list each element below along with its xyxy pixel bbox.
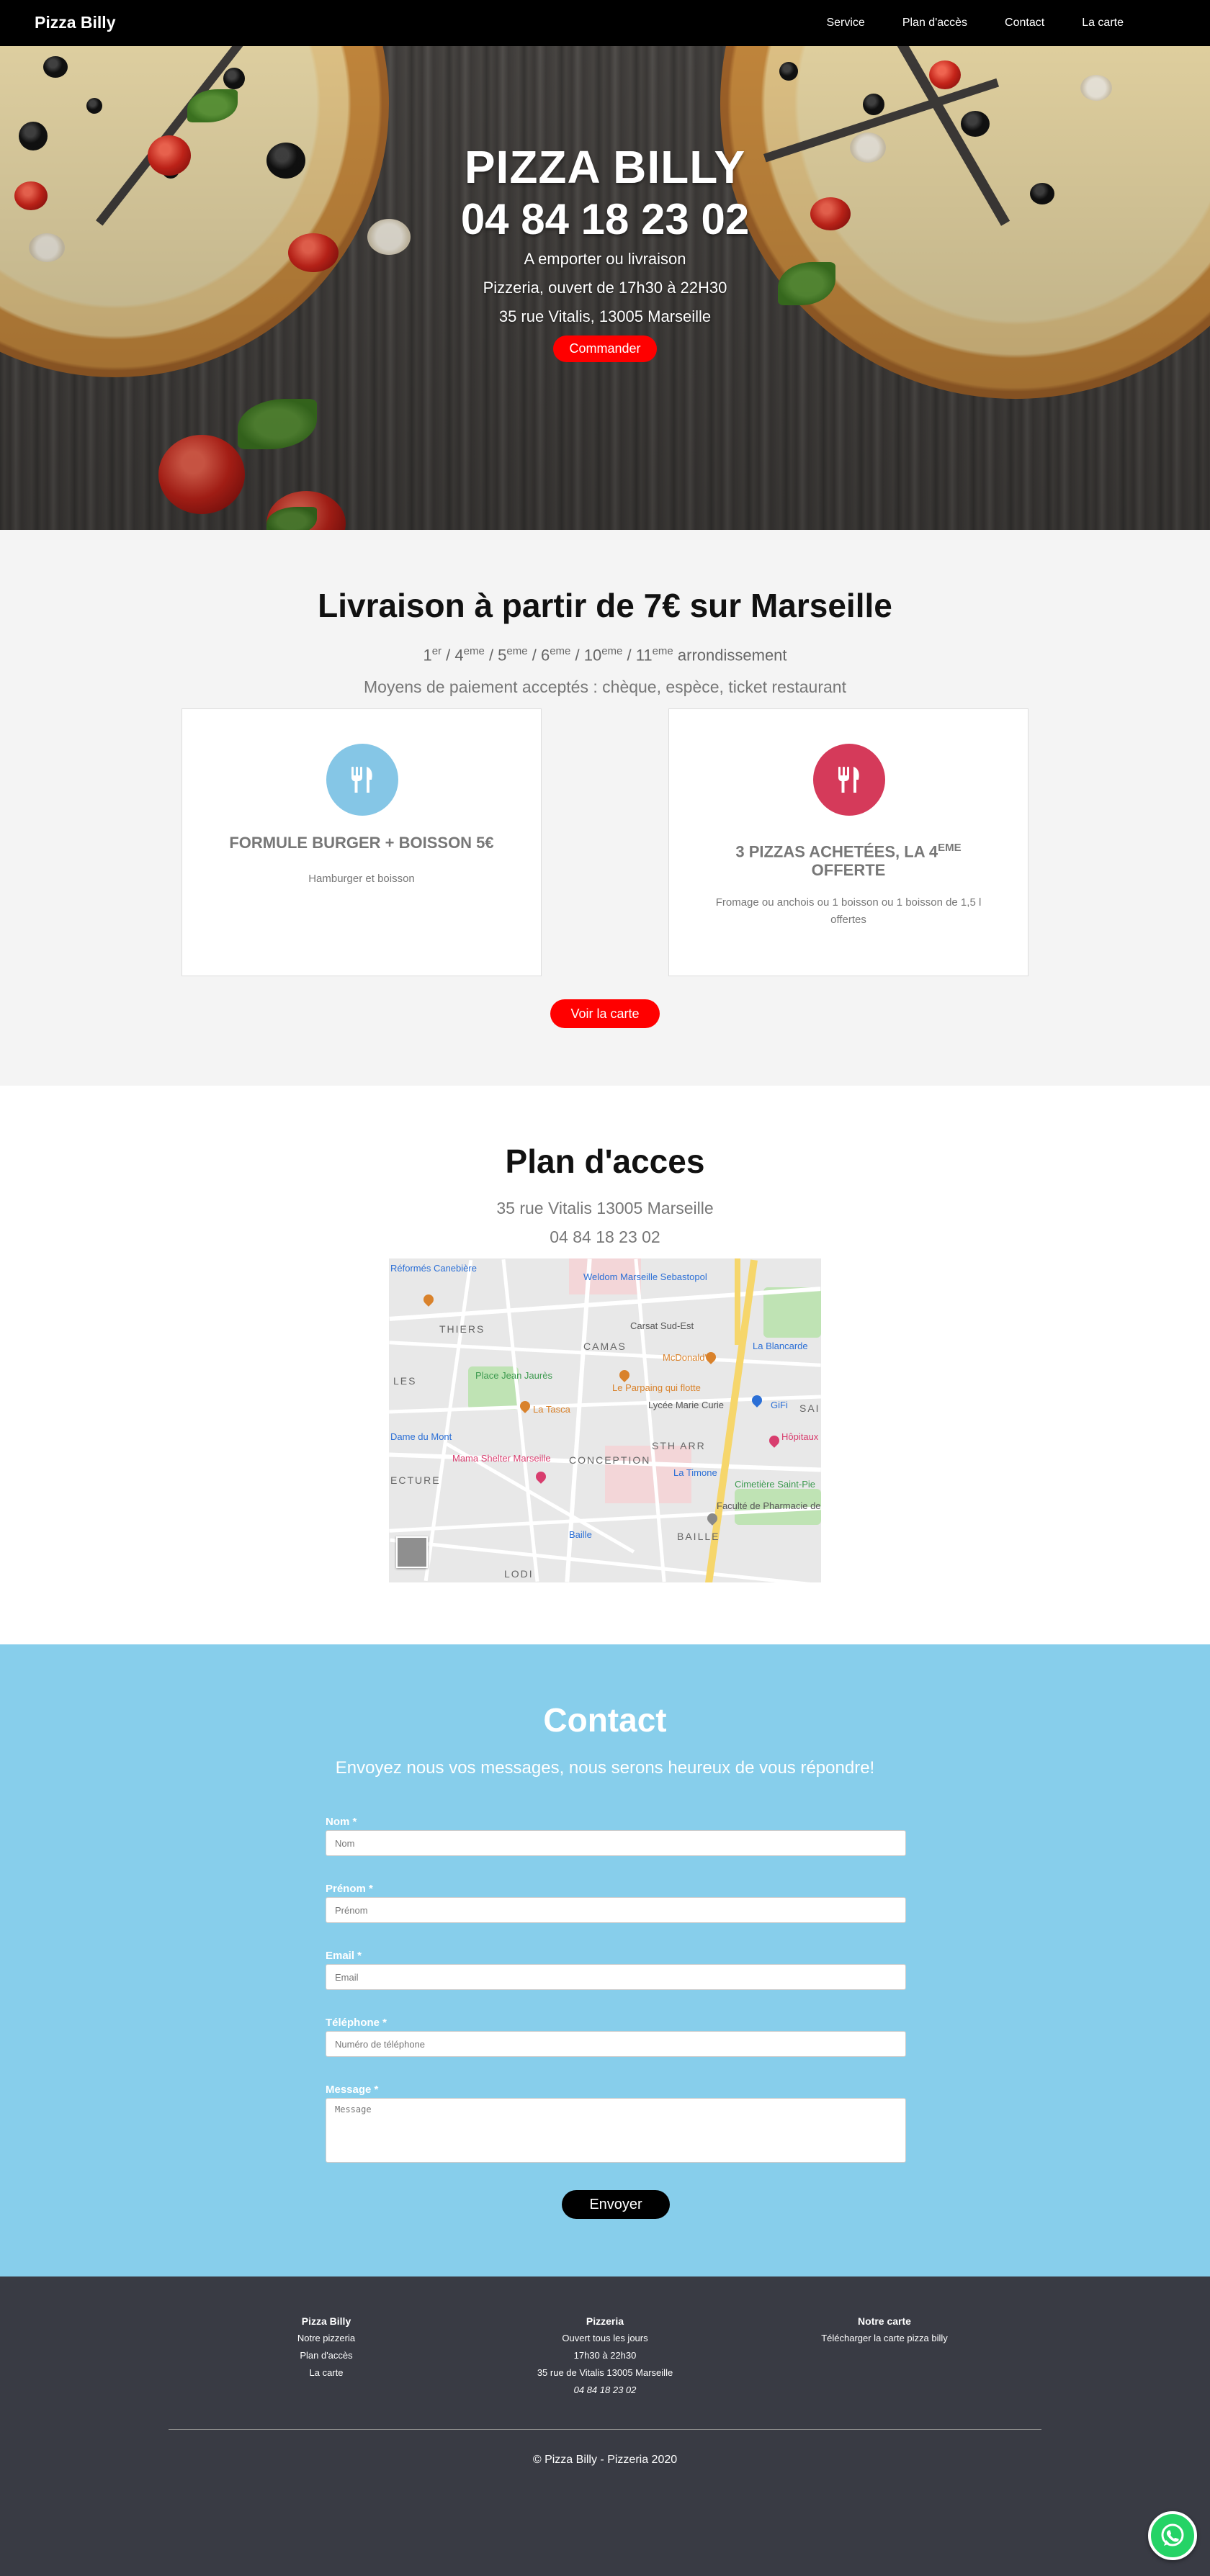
brand-link[interactable]: Pizza Billy <box>35 13 115 32</box>
navbar: Pizza Billy Service Plan d'accès Contact… <box>0 0 1210 46</box>
message-field[interactable] <box>326 2098 906 2163</box>
offer-description: Hamburger et boisson <box>308 873 415 885</box>
footer-hours: 17h30 à 22h30 <box>573 2350 637 2361</box>
plan-title: Plan d'acces <box>505 1143 705 1180</box>
telephone-label: Téléphone * <box>326 2017 387 2029</box>
map-layer-toggle[interactable] <box>396 1536 428 1568</box>
commander-button[interactable]: Commander <box>553 335 657 362</box>
nav-link-contact[interactable]: Contact <box>1005 17 1044 30</box>
hero-line-service: A emporter ou livraison <box>524 250 686 268</box>
footer-link-plan[interactable]: Plan d'accès <box>254 2347 398 2364</box>
offer-title: FORMULE BURGER + BOISSON 5€ <box>229 834 494 852</box>
offer-description: Fromage ou anchois ou 1 boisson ou 1 boi… <box>715 896 982 926</box>
copyright: © Pizza Billy - Pizzeria 2020 <box>532 2454 678 2466</box>
hero-section: PIZZA BILLY 04 84 18 23 02 A emporter ou… <box>0 46 1210 530</box>
arrondissements-line: 1er / 4eme / 5eme / 6eme / 10eme / 11eme… <box>423 645 787 665</box>
offer-card-burger: FORMULE BURGER + BOISSON 5€ Hamburger et… <box>182 708 542 976</box>
hero-title: PIZZA BILLY <box>464 141 746 193</box>
nom-field[interactable] <box>326 1830 906 1856</box>
plan-phone: 04 84 18 23 02 <box>550 1228 660 1246</box>
map-pin-icon[interactable] <box>767 1433 781 1448</box>
hero-line-address: 35 rue Vitalis, 13005 Marseille <box>498 307 712 325</box>
map-pin-icon[interactable] <box>534 1469 548 1484</box>
footer-col-pizzeria: Pizzeria Ouvert tous les jours 17h30 à 2… <box>497 2312 713 2399</box>
plan-address: 35 rue Vitalis 13005 Marseille <box>496 1199 714 1217</box>
footer-phone: 04 84 18 23 02 <box>573 2384 637 2395</box>
contact-section: Contact Envoyez nous vos messages, nous … <box>0 1644 1210 2276</box>
footer-col-pizza-billy: Pizza Billy Notre pizzeria Plan d'accès … <box>254 2312 398 2382</box>
google-map[interactable]: Réformés Canebière Weldom Marseille Seba… <box>389 1258 821 1582</box>
message-label: Message * <box>326 2084 379 2096</box>
footer-link-pizzeria[interactable]: Notre pizzeria <box>254 2330 398 2347</box>
nom-label: Nom * <box>326 1816 357 1828</box>
footer-col-title: Pizzeria <box>586 2315 624 2327</box>
hero-phone: 04 84 18 23 02 <box>460 195 750 243</box>
cutlery-icon <box>813 744 885 816</box>
map-pin-icon[interactable] <box>750 1393 764 1408</box>
hero-content: PIZZA BILLY 04 84 18 23 02 A emporter ou… <box>0 140 1210 362</box>
footer-divider <box>169 2429 1041 2430</box>
footer-hours-label: Ouvert tous les jours <box>562 2333 648 2343</box>
email-field[interactable] <box>326 1964 906 1990</box>
prenom-label: Prénom * <box>326 1883 373 1895</box>
delivery-title: Livraison à partir de 7€ sur Marseille <box>318 587 892 624</box>
footer: Pizza Billy Notre pizzeria Plan d'accès … <box>0 2276 1210 2576</box>
cutlery-icon <box>326 744 398 816</box>
hero-line-hours: Pizzeria, ouvert de 17h30 à 22H30 <box>483 279 727 297</box>
footer-link-carte[interactable]: La carte <box>254 2364 398 2382</box>
plan-section: Plan d'acces 35 rue Vitalis 13005 Marsei… <box>0 1086 1210 1644</box>
prenom-field[interactable] <box>326 1897 906 1923</box>
map-pin-icon[interactable] <box>421 1292 436 1307</box>
contact-title: Contact <box>543 1701 667 1739</box>
nav-links: Service Plan d'accès Contact La carte <box>826 0 1124 46</box>
footer-col-title: Notre carte <box>858 2315 911 2327</box>
map-pin-icon[interactable] <box>617 1368 632 1382</box>
payment-methods: Moyens de paiement acceptés : chèque, es… <box>364 677 846 696</box>
email-label: Email * <box>326 1950 362 1962</box>
whatsapp-icon[interactable] <box>1148 2511 1197 2560</box>
nav-link-plan[interactable]: Plan d'accès <box>902 17 967 30</box>
footer-col-title: Pizza Billy <box>301 2315 351 2327</box>
nav-link-carte[interactable]: La carte <box>1082 17 1124 30</box>
offer-card-pizzas: 3 PIZZAS ACHETÉES, LA 4EME OFFERTE Froma… <box>668 708 1028 976</box>
voir-carte-button[interactable]: Voir la carte <box>550 999 660 1028</box>
nav-link-service[interactable]: Service <box>826 17 864 30</box>
footer-col-carte: Notre carte Télécharger la carte pizza b… <box>776 2312 992 2347</box>
footer-address: 35 rue de Vitalis 13005 Marseille <box>537 2367 673 2378</box>
contact-subtitle: Envoyez nous vos messages, nous serons h… <box>335 1758 875 1778</box>
envoyer-button[interactable]: Envoyer <box>562 2190 670 2219</box>
download-menu-link[interactable]: Télécharger la carte pizza billy <box>821 2333 948 2343</box>
delivery-section: Livraison à partir de 7€ sur Marseille 1… <box>0 530 1210 1086</box>
telephone-field[interactable] <box>326 2031 906 2057</box>
offer-title: 3 PIZZAS ACHETÉES, LA 4EME OFFERTE <box>735 842 962 880</box>
